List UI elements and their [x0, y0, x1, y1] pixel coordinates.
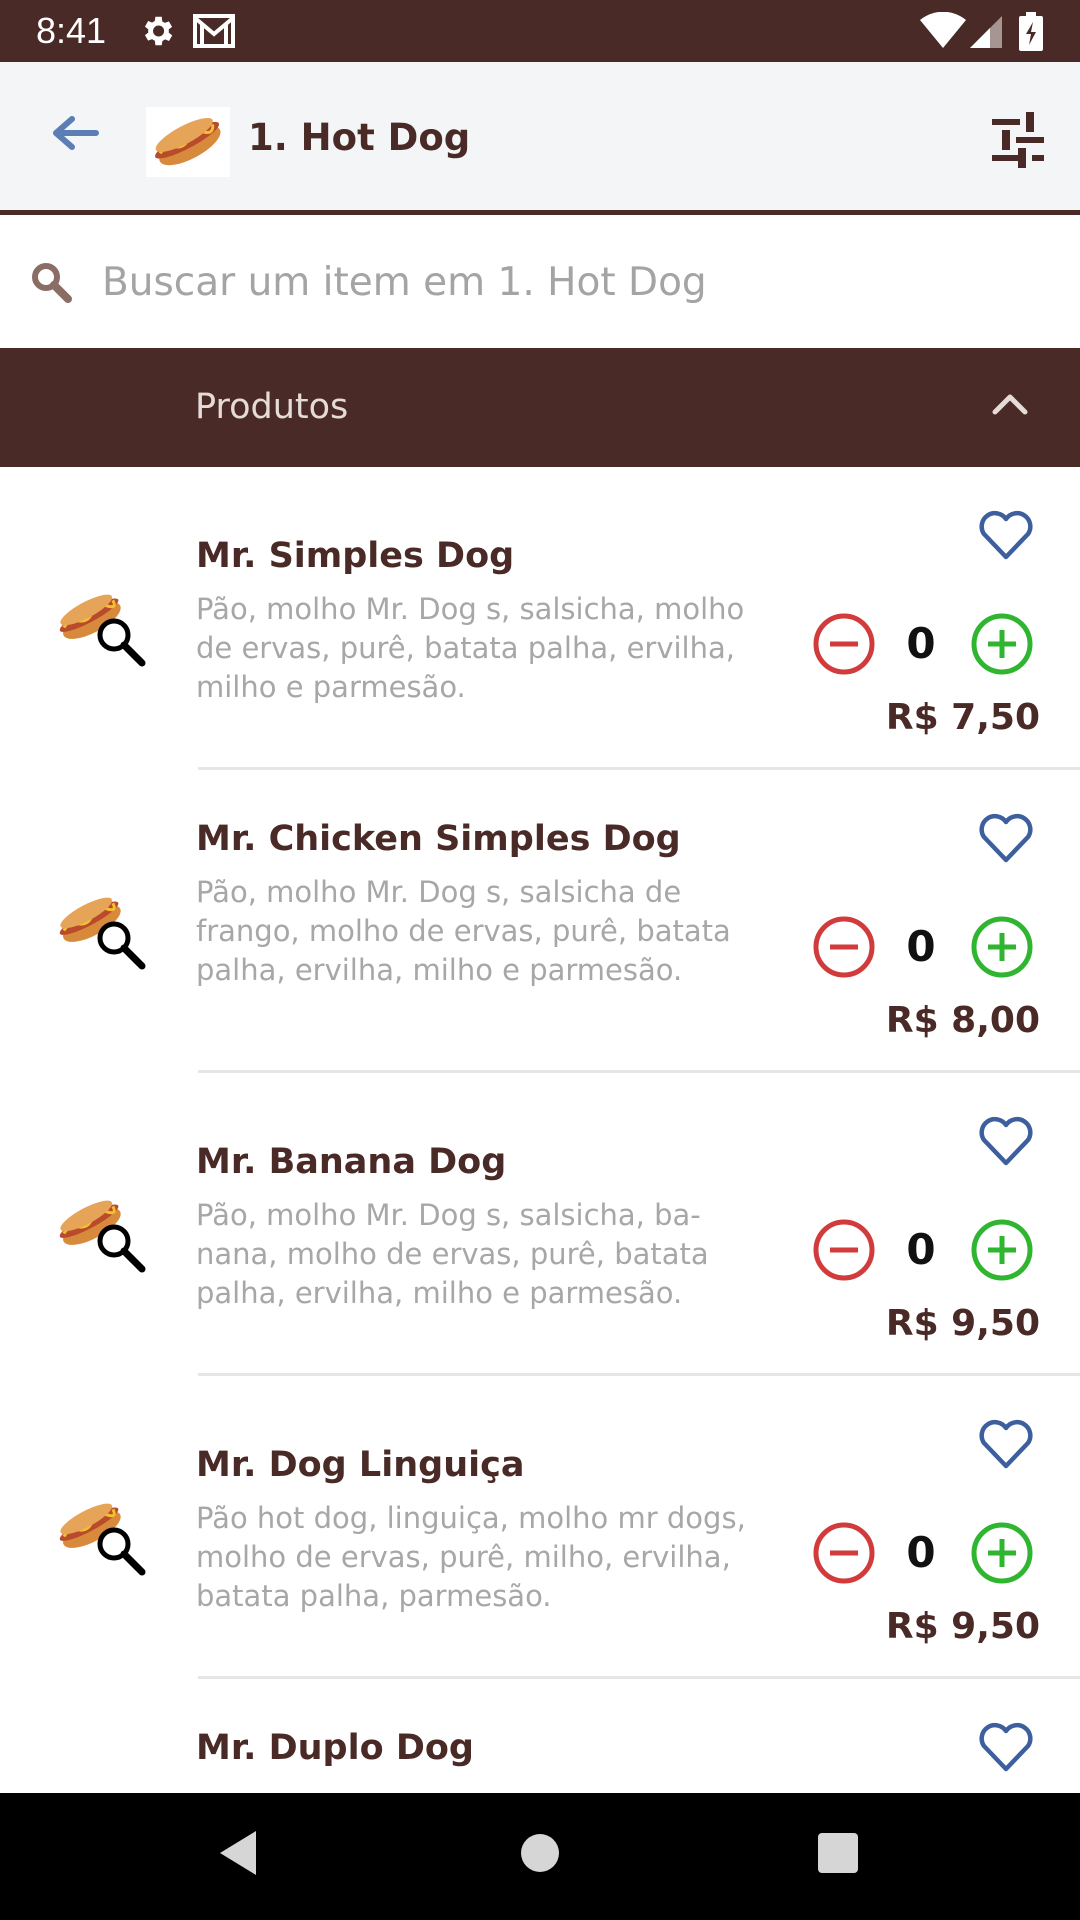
wifi-icon [920, 11, 966, 54]
nav-back-button[interactable] [216, 1828, 260, 1882]
status-bar: 8:41 [0, 0, 1080, 62]
hot-dog-zoom-icon [59, 897, 146, 970]
product-item: Mr. Simples Dog Pão, molho Mr. Dog s, sa… [0, 467, 1080, 770]
decrease-quantity-button[interactable] [812, 915, 876, 979]
favorite-button[interactable] [978, 1416, 1034, 1472]
hot-dog-zoom-icon [59, 594, 146, 667]
product-item: Mr. Banana Dog Pão, molho Mr. Dog s, sal… [0, 1073, 1080, 1376]
page-title: 1. Hot Dog [248, 116, 471, 159]
product-item: Mr. Duplo Dog [0, 1679, 1080, 1793]
battery-icon [1018, 12, 1044, 56]
favorite-button[interactable] [978, 507, 1034, 563]
minus-circle-icon [813, 613, 875, 675]
search-input[interactable] [100, 245, 1044, 319]
heart-icon [979, 813, 1033, 863]
chevron-up-icon[interactable] [992, 392, 1028, 420]
quantity-value: 0 [906, 1225, 936, 1274]
search-icon [30, 261, 72, 307]
product-image-button[interactable] [56, 880, 152, 976]
minus-circle-icon [813, 1219, 875, 1281]
product-price: R$ 9,50 [885, 1303, 1040, 1344]
decrease-quantity-button[interactable] [812, 1521, 876, 1585]
increase-quantity-button[interactable] [970, 1521, 1034, 1585]
quantity-value: 0 [906, 922, 936, 971]
heart-icon [979, 1722, 1033, 1772]
arrow-left-icon [53, 116, 99, 150]
minus-circle-icon [813, 916, 875, 978]
product-price: R$ 8,00 [885, 1000, 1040, 1041]
product-price: R$ 9,50 [885, 1606, 1040, 1647]
plus-circle-icon [971, 1219, 1033, 1281]
product-name: Mr. Dog Linguiça [196, 1445, 525, 1485]
hot-dog-zoom-icon [59, 1200, 146, 1273]
product-name: Mr. Chicken Simples Dog [196, 819, 681, 859]
back-button[interactable] [48, 108, 108, 158]
system-nav-bar [0, 1793, 1080, 1920]
quantity-value: 0 [906, 1528, 936, 1577]
product-description: Pão, molho Mr. Dog s, salsicha, ba- nana… [196, 1198, 709, 1310]
favorite-button[interactable] [978, 810, 1034, 866]
app-bar: 1. Hot Dog [0, 62, 1080, 215]
product-description: Pão, molho Mr. Dog s, salsicha de frango… [196, 875, 731, 987]
increase-quantity-button[interactable] [970, 612, 1034, 676]
gmail-icon [192, 12, 236, 54]
hot-dog-zoom-icon [59, 1503, 146, 1576]
product-name: Mr. Banana Dog [196, 1142, 507, 1182]
favorite-button[interactable] [978, 1113, 1034, 1169]
quantity-value: 0 [906, 619, 936, 668]
category-image [146, 107, 230, 177]
product-description: Pão, molho Mr. Dog s, salsicha, molho de… [196, 592, 745, 704]
product-price: R$ 7,50 [885, 697, 1040, 738]
recents-square-icon [818, 1833, 858, 1873]
nav-recents-button[interactable] [816, 1828, 860, 1882]
filter-button[interactable] [990, 112, 1046, 168]
heart-icon [979, 510, 1033, 560]
tune-icon [992, 112, 1044, 168]
search-bar [0, 215, 1080, 347]
plus-circle-icon [971, 1522, 1033, 1584]
status-time: 8:41 [36, 10, 107, 51]
back-triangle-icon [220, 1831, 256, 1875]
gear-icon [138, 12, 176, 54]
product-description: Pão hot dog, linguiça, molho mr dogs, mo… [196, 1501, 746, 1613]
hot-dog-icon [155, 117, 221, 166]
increase-quantity-button[interactable] [970, 915, 1034, 979]
product-image-button[interactable] [56, 1183, 152, 1279]
home-circle-icon [521, 1834, 559, 1872]
section-header-produtos[interactable]: Produtos [0, 348, 1080, 467]
plus-circle-icon [971, 613, 1033, 675]
increase-quantity-button[interactable] [970, 1218, 1034, 1282]
product-item: Mr. Dog Linguiça Pão hot dog, linguiça, … [0, 1376, 1080, 1679]
signal-icon [968, 12, 1004, 54]
heart-icon [979, 1116, 1033, 1166]
plus-circle-icon [971, 916, 1033, 978]
product-image-button[interactable] [56, 1486, 152, 1582]
product-name: Mr. Simples Dog [196, 536, 515, 576]
minus-circle-icon [813, 1522, 875, 1584]
decrease-quantity-button[interactable] [812, 1218, 876, 1282]
product-item: Mr. Chicken Simples Dog Pão, molho Mr. D… [0, 770, 1080, 1073]
section-title: Produtos [195, 387, 349, 427]
favorite-button[interactable] [978, 1719, 1034, 1775]
decrease-quantity-button[interactable] [812, 612, 876, 676]
product-name: Mr. Duplo Dog [196, 1728, 474, 1768]
product-image-button[interactable] [56, 577, 152, 673]
heart-icon [979, 1419, 1033, 1469]
nav-home-button[interactable] [518, 1828, 562, 1882]
